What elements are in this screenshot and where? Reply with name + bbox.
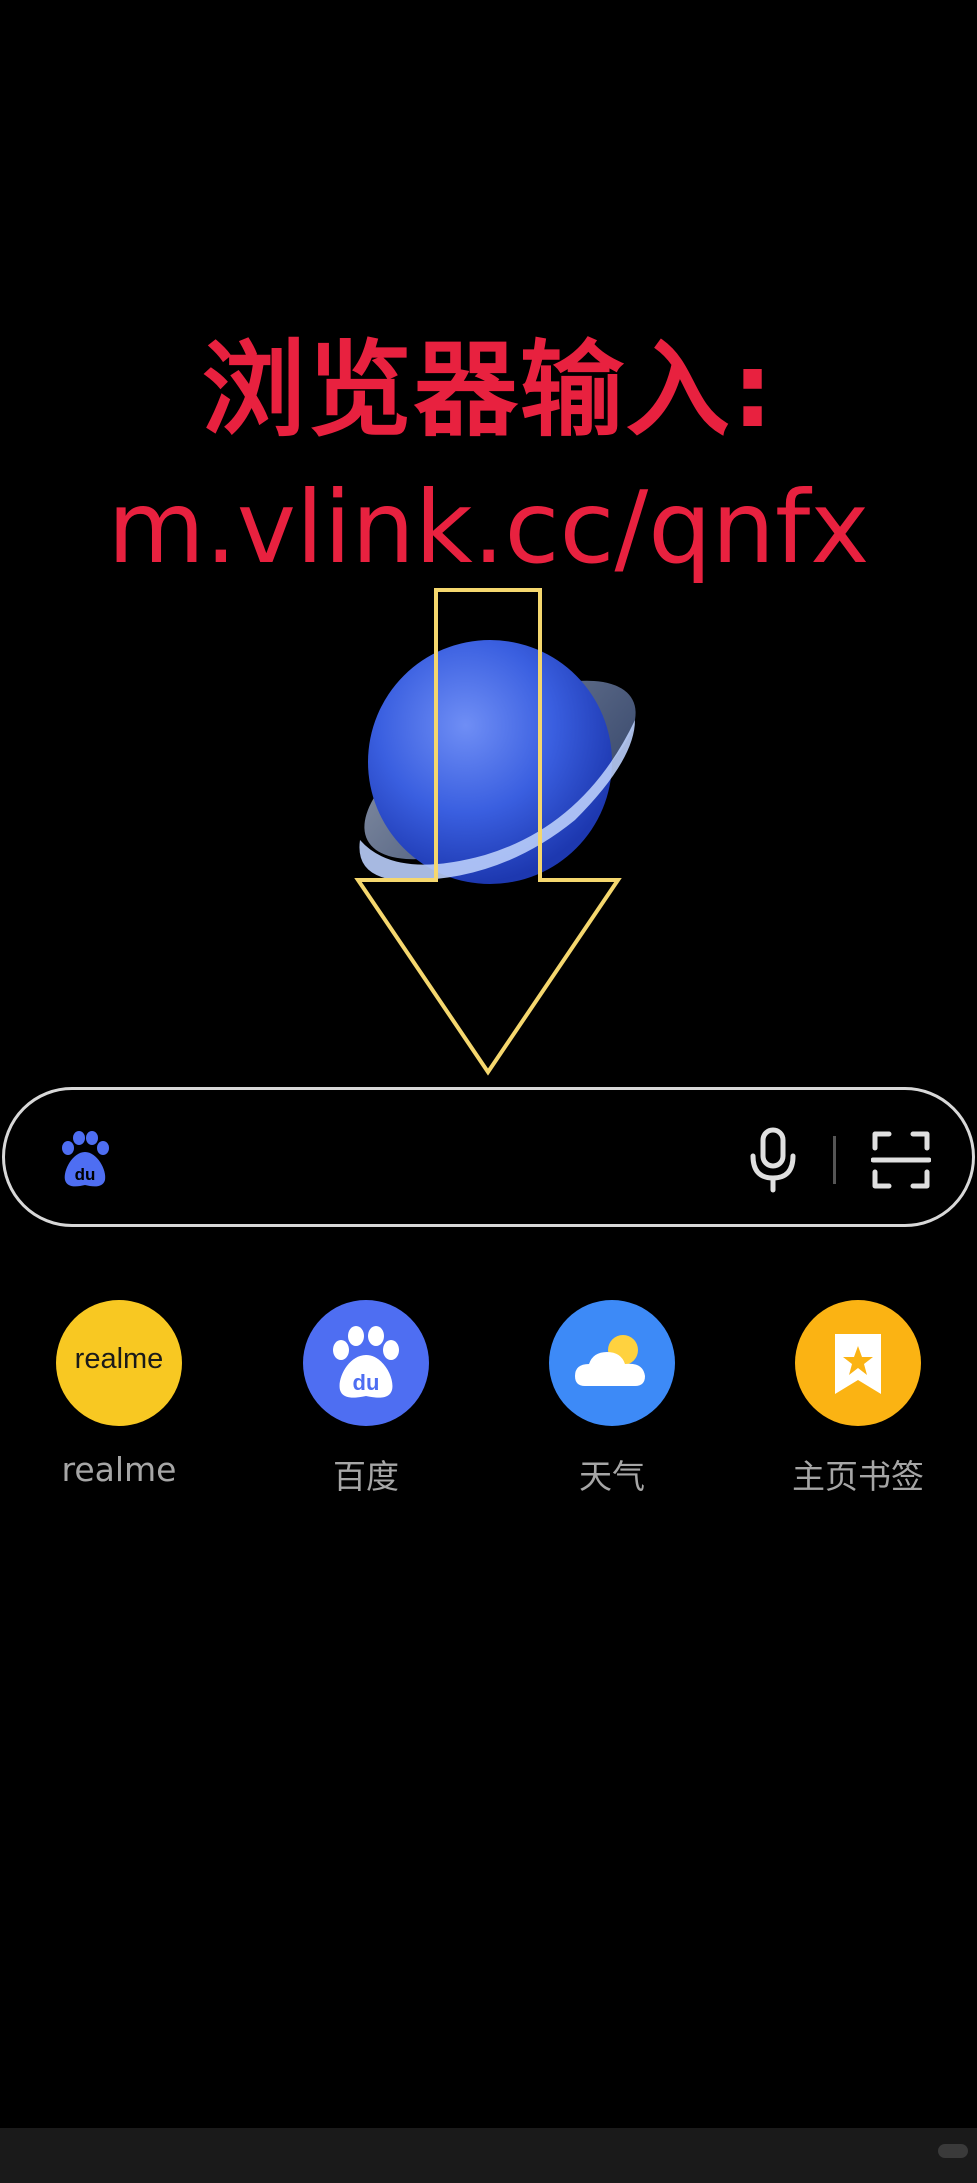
shortcut-weather[interactable]: 天气: [512, 1300, 712, 1500]
shortcut-label: 天气: [579, 1457, 645, 1496]
shortcut-label: 主页书签: [792, 1457, 924, 1496]
planet-icon: [359, 640, 636, 884]
weather-cloud-sun-icon[interactable]: [549, 1300, 675, 1426]
shortcut-home-bookmarks[interactable]: 主页书签: [758, 1300, 958, 1500]
baidu-paw-icon[interactable]: du: [303, 1300, 429, 1426]
search-divider: [833, 1136, 836, 1184]
shortcut-grid: realme realme du 百度 天气 主页书签: [0, 1300, 977, 1500]
search-bar[interactable]: du: [2, 1087, 975, 1227]
svg-text:du: du: [75, 1165, 96, 1184]
browser-home-screen: 浏览器输入: m.vlink.cc/qnfx du realme realme …: [0, 0, 977, 2183]
shortcut-baidu[interactable]: du 百度: [266, 1300, 466, 1500]
realme-logo-text: realme: [74, 1343, 164, 1375]
shortcut-label: 百度: [333, 1457, 399, 1496]
overlay-title-line1: 浏览器输入:: [201, 329, 776, 451]
bottom-bar: [0, 2128, 977, 2183]
bookmark-star-icon[interactable]: [795, 1300, 921, 1426]
shortcut-label: realme: [61, 1450, 177, 1489]
scan-icon[interactable]: [871, 1130, 931, 1190]
realme-logo-icon[interactable]: realme: [56, 1300, 182, 1426]
baidu-paw-icon[interactable]: du: [55, 1130, 115, 1190]
svg-text:du: du: [353, 1370, 380, 1395]
overlay-title-line2: m.vlink.cc/qnfx: [107, 469, 870, 586]
search-input[interactable]: [145, 1130, 705, 1190]
microphone-icon[interactable]: [745, 1126, 801, 1194]
shortcut-realme[interactable]: realme realme: [19, 1300, 219, 1500]
home-indicator[interactable]: [938, 2144, 968, 2158]
